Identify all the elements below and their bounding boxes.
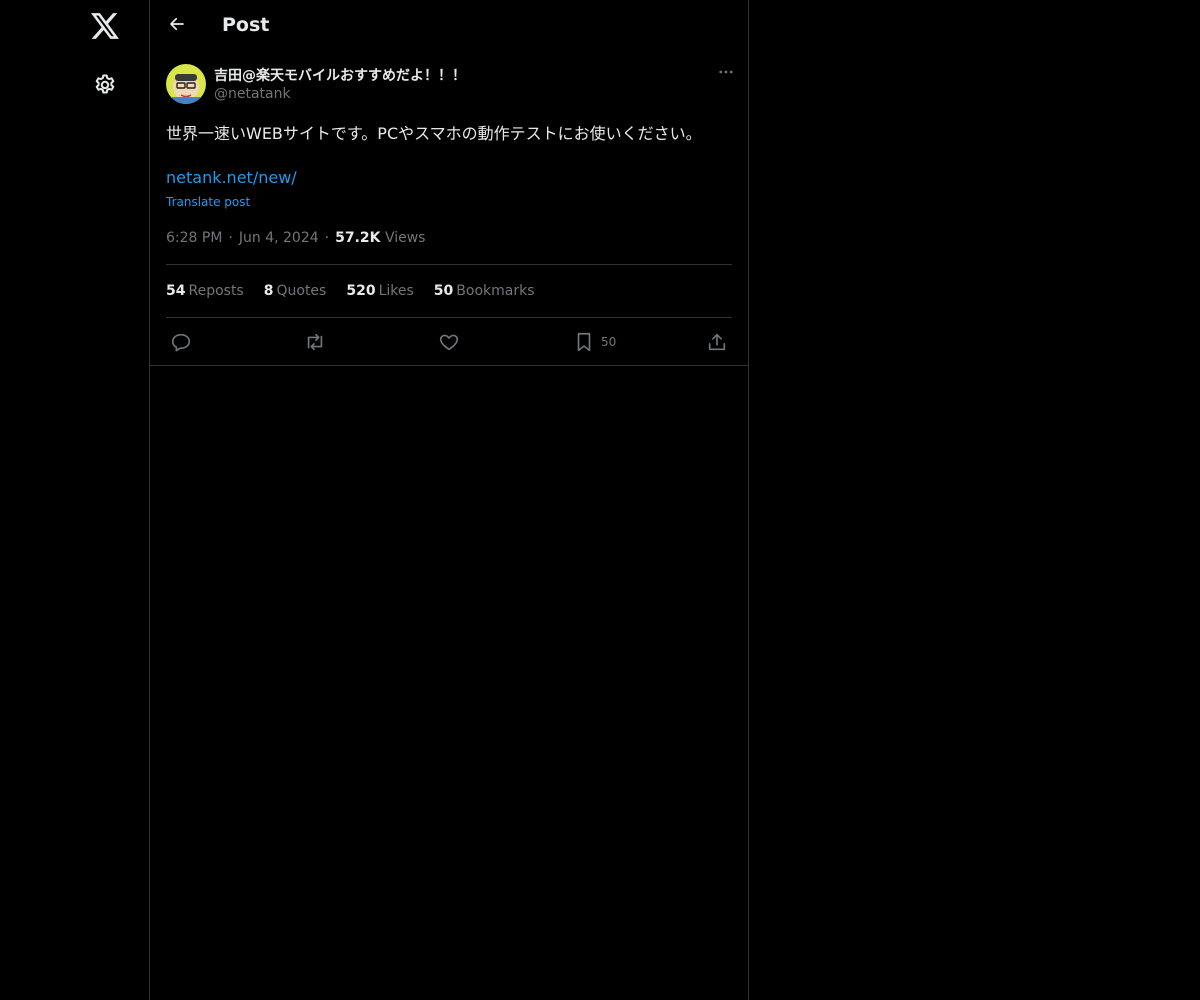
divider <box>166 317 732 318</box>
likes-count: 520 <box>346 283 376 299</box>
back-button[interactable] <box>160 9 194 43</box>
post-date[interactable]: Jun 4, 2024 <box>239 230 319 246</box>
quotes-stat[interactable]: 8 Quotes <box>264 283 327 299</box>
post-actions: 50 <box>166 330 732 354</box>
reposts-count: 54 <box>166 283 186 299</box>
likes-stat[interactable]: 520 Likes <box>346 283 413 299</box>
main-column: Post 吉田@楽天モバイルおすすめだよ！！！ @netatank 世界一速いW… <box>149 0 749 1000</box>
share-icon <box>706 331 728 353</box>
settings-button[interactable] <box>81 63 129 111</box>
post-text: 世界一速いWEBサイトです。PCやスマホの動作テストにお使いください。 <box>166 124 702 143</box>
reply-button[interactable] <box>170 330 192 354</box>
bookmark-action-count: 50 <box>601 335 617 349</box>
separator-dot: · <box>324 230 330 246</box>
more-options-button[interactable] <box>714 62 738 86</box>
more-horizontal-icon <box>717 63 735 85</box>
bookmark-icon <box>573 331 595 353</box>
bookmarks-label: Bookmarks <box>456 283 535 299</box>
x-logo-button[interactable] <box>81 4 129 52</box>
page-header: Post <box>150 0 748 53</box>
post-meta: 6:28 PM · Jun 4, 2024 · 57.2K Views <box>166 230 425 246</box>
quotes-count: 8 <box>263 283 274 299</box>
reposts-label: Reposts <box>188 283 244 299</box>
views-count: 57.2K <box>335 230 381 246</box>
heart-icon <box>438 331 460 353</box>
gear-icon <box>93 73 117 101</box>
bookmarks-count: 50 <box>433 283 454 299</box>
share-button[interactable] <box>706 330 728 354</box>
translate-post-link[interactable]: Translate post <box>166 195 250 209</box>
divider <box>150 365 748 366</box>
author-display-name[interactable]: 吉田@楽天モバイルおすすめだよ！！！ <box>214 65 466 85</box>
author-handle[interactable]: @netatank <box>214 86 291 102</box>
separator-dot: · <box>228 230 233 246</box>
reposts-stat[interactable]: 54 Reposts <box>166 283 244 299</box>
repost-icon <box>303 331 327 353</box>
views-label: Views <box>384 230 426 246</box>
reply-icon <box>170 331 192 353</box>
quotes-label: Quotes <box>276 283 327 299</box>
divider <box>166 264 732 265</box>
bookmarks-stat[interactable]: 50 Bookmarks <box>434 283 535 299</box>
x-logo-icon <box>91 13 119 43</box>
page: Post 吉田@楽天モバイルおすすめだよ！！！ @netatank 世界一速いW… <box>0 0 1200 1000</box>
repost-button[interactable] <box>303 330 327 354</box>
left-nav <box>0 0 149 1000</box>
avatar[interactable] <box>166 64 206 104</box>
post-time[interactable]: 6:28 PM <box>166 230 222 246</box>
like-button[interactable] <box>438 330 460 354</box>
bookmark-button[interactable]: 50 <box>573 330 616 354</box>
engagement-stats: 54 Reposts 8 Quotes 520 Likes 50 Bookmarks <box>166 283 535 299</box>
page-title: Post <box>222 14 270 36</box>
arrow-left-icon <box>168 15 186 37</box>
likes-label: Likes <box>378 283 414 299</box>
post-link[interactable]: netank.net/new/ <box>166 168 297 187</box>
